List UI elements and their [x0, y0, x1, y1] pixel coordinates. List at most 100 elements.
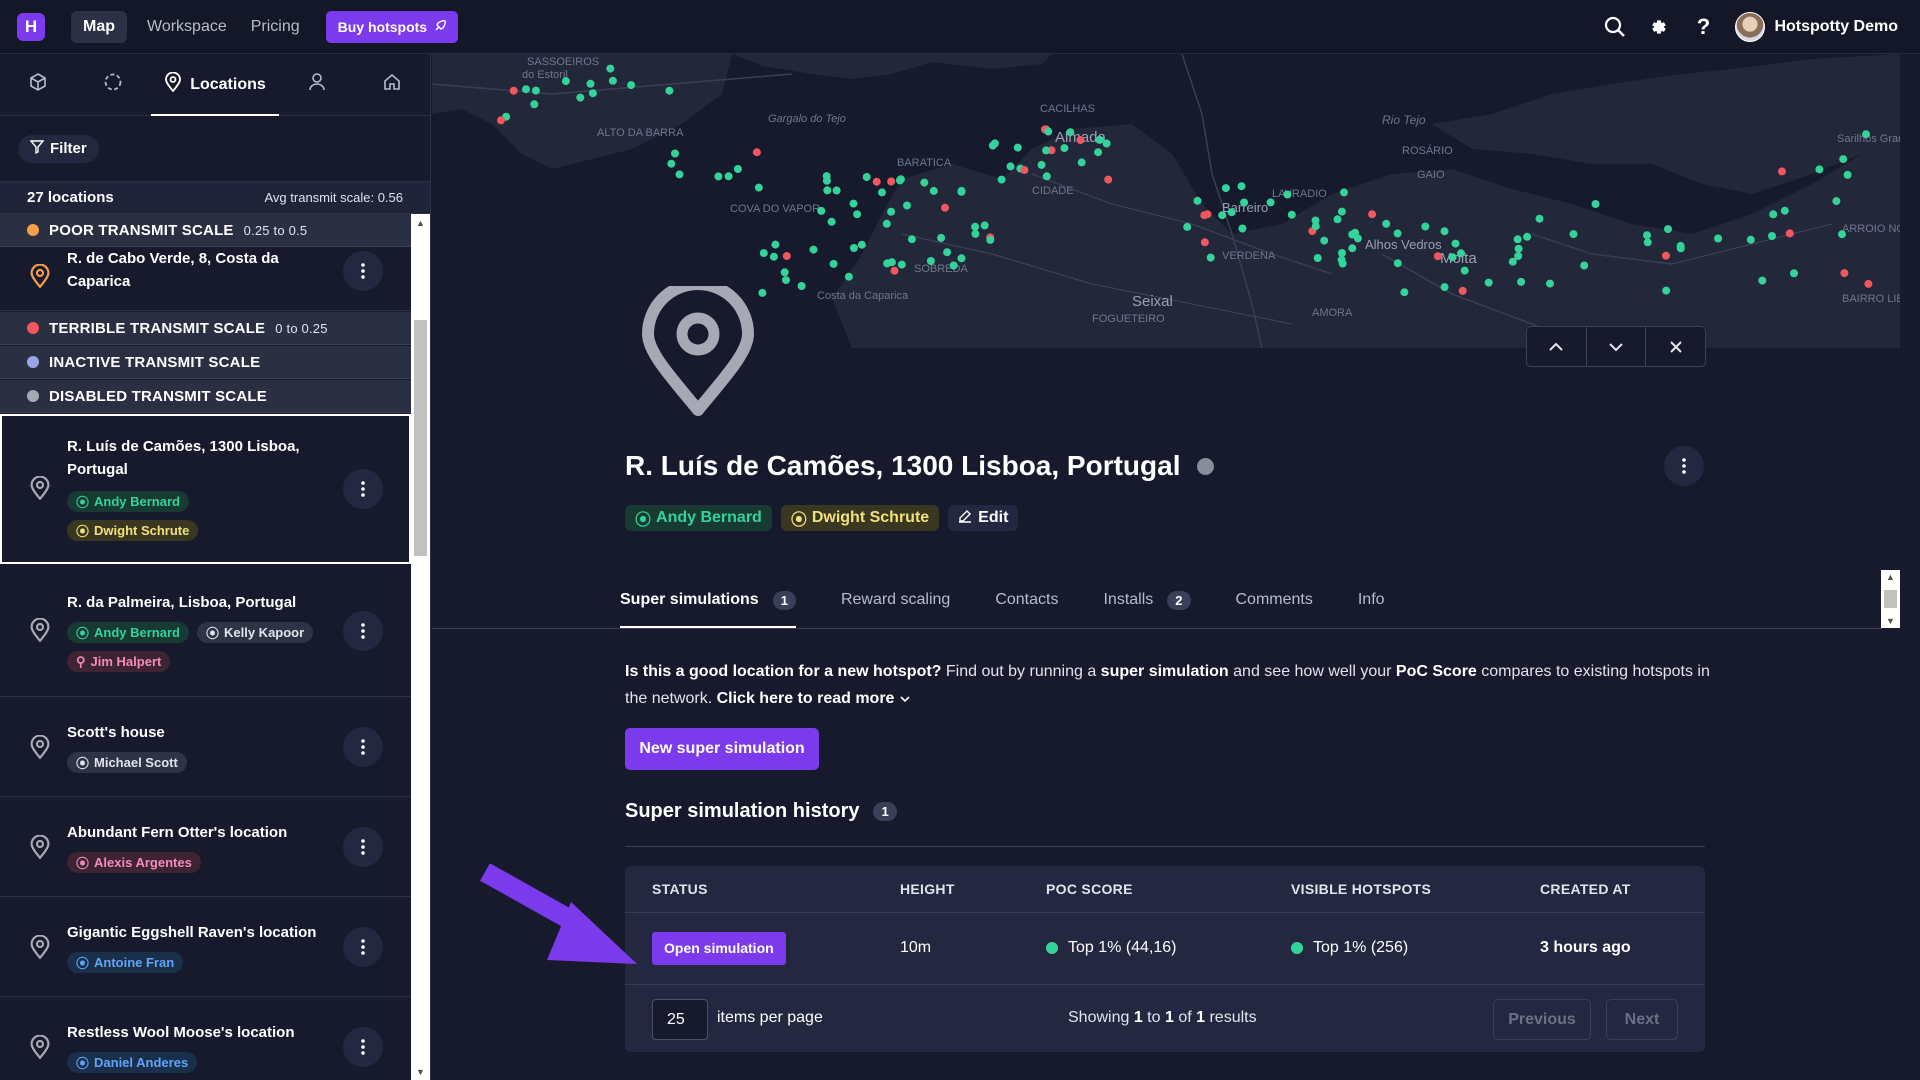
hotspot-dot[interactable]: [1240, 198, 1249, 207]
hotspot-dot[interactable]: [817, 206, 826, 215]
hotspot-dot[interactable]: [758, 288, 767, 297]
hotspot-dot[interactable]: [1676, 244, 1685, 253]
hotspot-dot[interactable]: [1785, 229, 1794, 238]
buy-hotspots-button[interactable]: Buy hotspots: [325, 10, 459, 43]
hotspot-dot[interactable]: [1348, 230, 1357, 239]
list-item-selected[interactable]: R. Luís de Camões, 1300 Lisboa, Portugal…: [0, 414, 411, 564]
hotspot-dot[interactable]: [1338, 249, 1346, 257]
hotspot-dot[interactable]: [1484, 278, 1493, 287]
hotspot-dot[interactable]: [759, 249, 768, 258]
hotspot-dot[interactable]: [1060, 144, 1069, 153]
hotspot-dot[interactable]: [895, 176, 904, 185]
hotspot-dot[interactable]: [1237, 182, 1246, 191]
scroll-down-arrow-icon[interactable]: ▼: [1881, 614, 1900, 628]
hotspot-dot[interactable]: [878, 188, 886, 197]
list-item[interactable]: R. de Cabo Verde, 8, Costa da Caparica: [0, 247, 411, 311]
hotspot-dot[interactable]: [1013, 143, 1022, 152]
hotspot-dot[interactable]: [823, 186, 832, 195]
detail-scrollbar[interactable]: ▲ ▼: [1881, 570, 1900, 628]
hotspot-dot[interactable]: [588, 89, 597, 98]
hotspot-dot[interactable]: [809, 245, 818, 254]
hotspot-dot[interactable]: [497, 116, 505, 125]
group-poor[interactable]: POOR TRANSMIT SCALE 0.25 to 0.5: [0, 214, 411, 247]
hotspot-dot[interactable]: [1206, 253, 1215, 262]
tab-hotspots[interactable]: [0, 54, 76, 115]
hotspot-dot[interactable]: [780, 268, 789, 277]
hotspot-dot[interactable]: [671, 149, 679, 158]
hotspot-dot[interactable]: [606, 64, 615, 73]
hotspot-dot[interactable]: [1042, 172, 1051, 181]
hotspot-dot[interactable]: [1020, 166, 1029, 174]
hotspot-dot[interactable]: [1832, 197, 1841, 206]
group-disabled[interactable]: DISABLED TRANSMIT SCALE: [0, 380, 411, 413]
hotspot-dot[interactable]: [971, 222, 980, 231]
hotspot-dot[interactable]: [897, 260, 906, 269]
hotspot-chip[interactable]: ⦿ Andy Bernard: [67, 491, 189, 512]
hotspot-dot[interactable]: [907, 235, 916, 244]
hotspot-dot[interactable]: [857, 240, 866, 249]
hotspot-dot[interactable]: [890, 266, 899, 275]
nav-map[interactable]: Map: [71, 10, 127, 43]
hotspot-dot[interactable]: [1839, 155, 1848, 164]
hotspot-dot[interactable]: [509, 86, 518, 95]
hotspot-dot[interactable]: [1517, 277, 1526, 286]
tab-areas[interactable]: [76, 54, 152, 115]
hotspot-dot[interactable]: [862, 173, 871, 181]
hotspot-dot[interactable]: [1790, 269, 1798, 278]
hotspot-dot[interactable]: [1591, 200, 1600, 208]
filter-button[interactable]: Filter: [18, 134, 99, 163]
hotspot-chip[interactable]: ⦿ Alexis Argentes: [67, 852, 201, 873]
hotspot-dot[interactable]: [1664, 225, 1672, 234]
hotspot-dot[interactable]: [957, 187, 966, 196]
hotspot-dot[interactable]: [988, 141, 997, 150]
hotspot-dot[interactable]: [530, 100, 539, 109]
hotspot-dot[interactable]: [1193, 196, 1202, 205]
more-options-icon[interactable]: [343, 1027, 383, 1067]
hotspot-dot[interactable]: [1287, 210, 1296, 219]
hotspot-dot[interactable]: [1778, 167, 1786, 176]
hotspot-dot[interactable]: [1393, 229, 1402, 238]
hotspot-dot[interactable]: [844, 272, 853, 281]
chevron-up-icon[interactable]: [1527, 327, 1587, 366]
hotspot-dot[interactable]: [1203, 210, 1212, 219]
hotspot-dot[interactable]: [1758, 276, 1767, 285]
hotspot-dot[interactable]: [853, 210, 862, 219]
list-item[interactable]: Restless Wool Moose's location ⦿ Daniel A…: [0, 997, 411, 1080]
hotspot-dot[interactable]: [971, 229, 980, 238]
more-options-icon[interactable]: [343, 251, 383, 291]
hotspot-chip[interactable]: ⦿ Dwight Schrute: [780, 505, 940, 531]
hotspot-dot[interactable]: [667, 159, 676, 168]
group-terrible[interactable]: TERRIBLE TRANSMIT SCALE 0 to 0.25: [0, 312, 411, 345]
hotspot-dot[interactable]: [1457, 249, 1465, 258]
hotspot-dot[interactable]: [827, 217, 836, 226]
hotspot-chip[interactable]: ⦿ Michael Scott: [67, 752, 187, 773]
hotspot-dot[interactable]: [733, 165, 742, 173]
hotspot-dot[interactable]: [1338, 259, 1347, 268]
hotspot-dot[interactable]: [872, 177, 881, 186]
hotspot-dot[interactable]: [1580, 261, 1589, 270]
hotspot-dot[interactable]: [849, 199, 858, 208]
hotspot-chip[interactable]: ⦿ Antoine Fran: [67, 952, 184, 973]
nav-pricing[interactable]: Pricing: [239, 11, 312, 43]
contact-chip[interactable]: ⚲ Jim Halpert: [67, 651, 171, 672]
hotspot-dot[interactable]: [1440, 227, 1449, 236]
hotspot-dot[interactable]: [627, 81, 636, 90]
hotspot-dot[interactable]: [1815, 165, 1824, 174]
list-item[interactable]: Gigantic Eggshell Raven's location ⦿ Anto…: [0, 897, 411, 997]
hotspot-dot[interactable]: [1283, 190, 1292, 199]
hotspot-dot[interactable]: [1311, 222, 1320, 231]
hotspot-dot[interactable]: [832, 186, 841, 195]
more-options-icon[interactable]: [343, 727, 383, 767]
more-options-icon[interactable]: [343, 469, 383, 509]
hotspot-dot[interactable]: [1400, 288, 1409, 297]
hotspot-dot[interactable]: [1037, 160, 1046, 169]
hotspot-dot[interactable]: [1546, 279, 1554, 288]
hotspot-dot[interactable]: [882, 219, 891, 228]
hotspot-chip[interactable]: ⦿ Daniel Anderes: [67, 1052, 198, 1073]
more-options-icon[interactable]: [343, 927, 383, 967]
hotspot-dot[interactable]: [1266, 198, 1275, 207]
previous-page-button[interactable]: Previous: [1493, 999, 1591, 1040]
tab-super-simulations[interactable]: Super simulations 1: [620, 572, 796, 628]
hotspot-dot[interactable]: [1662, 286, 1671, 295]
hotspot-dot[interactable]: [714, 172, 723, 181]
